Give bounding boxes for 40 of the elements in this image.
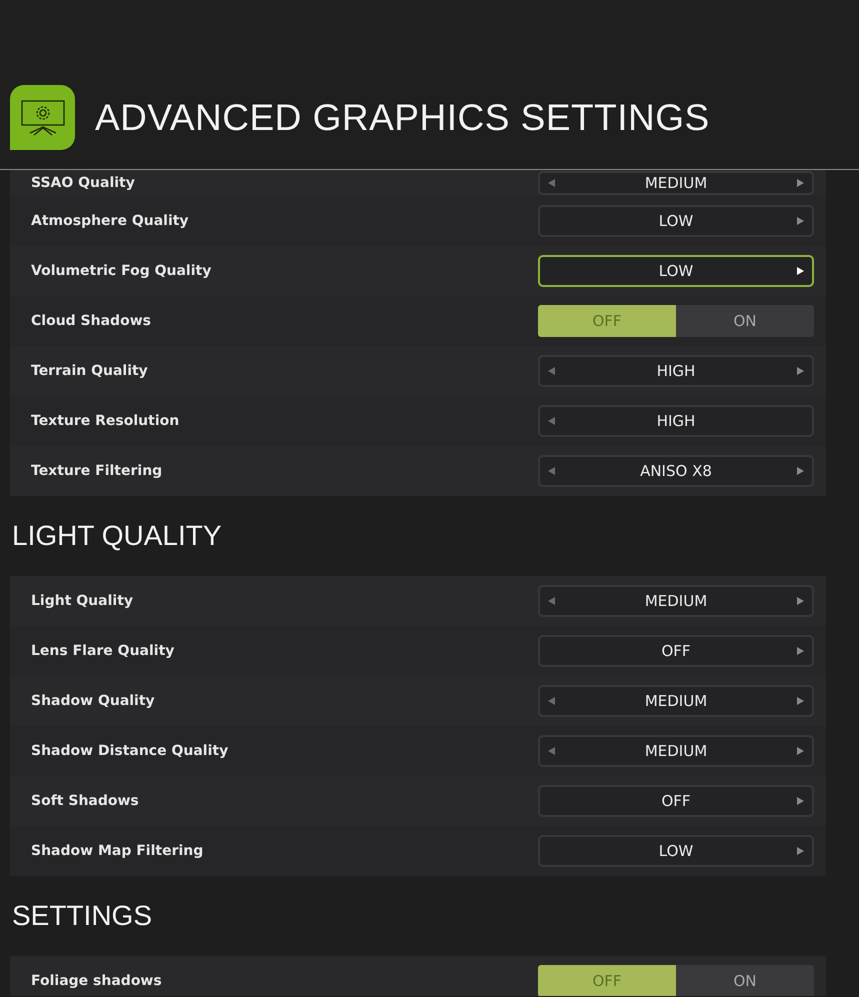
left-arrow-icon[interactable]	[548, 747, 555, 755]
section-title: SETTINGS	[11, 899, 154, 933]
toggle-option[interactable]: ON	[676, 965, 814, 996]
option-selector[interactable]: MEDIUM	[538, 685, 814, 717]
monitor-gear-icon	[10, 85, 75, 150]
option-selector[interactable]: HIGH	[538, 355, 814, 387]
setting-label: Terrain Quality	[31, 363, 149, 379]
page-title: ADVANCED GRAPHICS SETTINGS	[95, 96, 710, 140]
option-selector[interactable]: MEDIUM	[538, 171, 814, 195]
option-selector[interactable]: ANISO X8	[538, 455, 814, 487]
option-selector[interactable]: LOW	[538, 835, 814, 867]
setting-label: Soft Shadows	[31, 793, 140, 809]
setting-label: Texture Resolution	[31, 413, 180, 429]
option-selector[interactable]: MEDIUM	[538, 735, 814, 767]
option-selector[interactable]: OFF	[538, 635, 814, 667]
option-selector[interactable]: LOW	[538, 255, 814, 287]
left-arrow-icon[interactable]	[548, 467, 555, 475]
right-arrow-icon[interactable]	[797, 267, 804, 275]
left-arrow-icon[interactable]	[548, 417, 555, 425]
setting-label: Volumetric Fog Quality	[31, 263, 212, 279]
setting-label: Texture Filtering	[31, 463, 164, 479]
setting-label: Lens Flare Quality	[31, 643, 176, 659]
option-selector[interactable]: MEDIUM	[538, 585, 814, 617]
setting-label: SSAO Quality	[31, 175, 136, 191]
setting-label: Light Quality	[31, 593, 134, 609]
setting-label: Shadow Distance Quality	[31, 743, 230, 759]
option-selector[interactable]: LOW	[538, 205, 814, 237]
section-title: LIGHT QUALITY	[11, 519, 223, 553]
setting-label: Foliage shadows	[31, 973, 163, 989]
left-arrow-icon[interactable]	[548, 697, 555, 705]
left-arrow-icon[interactable]	[548, 367, 555, 375]
setting-label: Shadow Quality	[31, 693, 156, 709]
left-arrow-icon[interactable]	[548, 597, 555, 605]
setting-label: Cloud Shadows	[31, 313, 152, 329]
option-selector[interactable]: OFF	[538, 785, 814, 817]
setting-label: Shadow Map Filtering	[31, 843, 204, 859]
left-arrow-icon[interactable]	[548, 179, 555, 187]
toggle-option[interactable]: ON	[676, 305, 814, 337]
setting-label: Atmosphere Quality	[31, 213, 190, 229]
option-selector[interactable]: HIGH	[538, 405, 814, 437]
